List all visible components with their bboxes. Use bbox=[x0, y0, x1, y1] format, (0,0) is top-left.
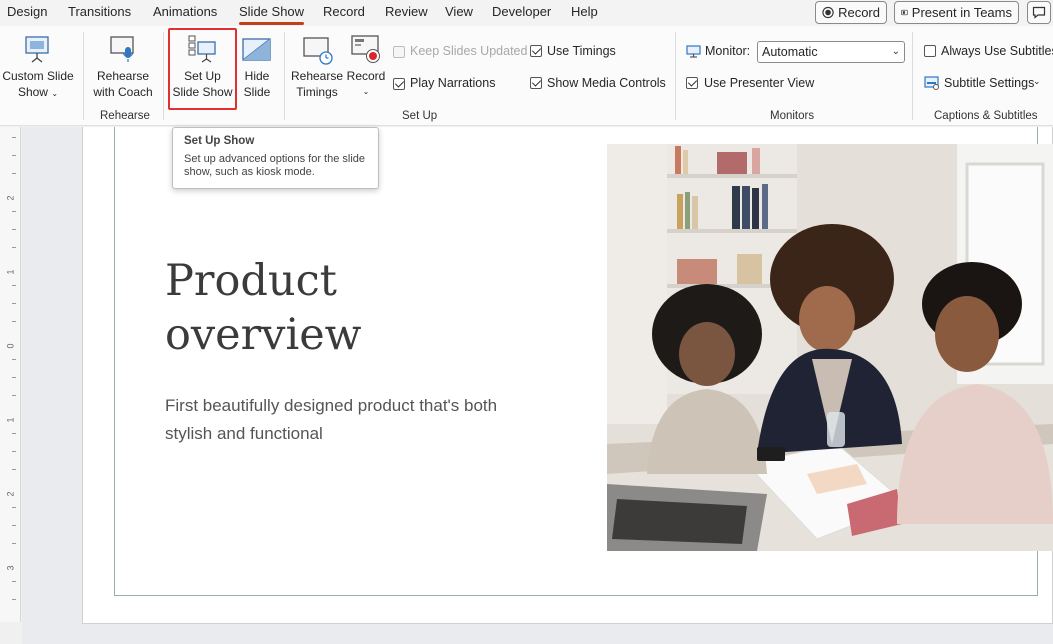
tab-view[interactable]: View bbox=[445, 4, 473, 19]
rehearse-coach-line2: with Coach bbox=[93, 85, 153, 99]
set-up-show-tooltip: Set Up Show Set up advanced options for … bbox=[172, 127, 379, 189]
group-label-monitors: Monitors bbox=[770, 110, 815, 122]
show-media-controls-checkbox[interactable] bbox=[530, 77, 542, 89]
show-media-controls-label: Show Media Controls bbox=[547, 76, 666, 90]
group-separator bbox=[675, 32, 676, 120]
record-button[interactable]: Record bbox=[815, 1, 887, 24]
tab-review[interactable]: Review bbox=[385, 4, 428, 19]
chevron-down-icon: ⌄ bbox=[891, 46, 900, 57]
record-line1: Record bbox=[346, 69, 386, 83]
hide-slide-line1: Hide bbox=[244, 69, 270, 83]
vertical-ruler: 2 1 0 1 2 3 bbox=[0, 127, 21, 622]
ruler-number: 3 bbox=[5, 565, 16, 571]
slide-title-line1: Product bbox=[165, 256, 337, 306]
subtitle-settings-label: Subtitle Settings bbox=[944, 76, 1035, 90]
tab-slide-show[interactable]: Slide Show bbox=[239, 4, 304, 19]
slide-subtitle[interactable]: First beautifully designed product that'… bbox=[165, 392, 525, 448]
record-slide-show-button[interactable]: Record ⌄ bbox=[346, 28, 386, 106]
subtitle-settings-icon bbox=[924, 76, 939, 90]
custom-slide-show-line2: Show bbox=[17, 85, 48, 99]
ruler-number: 2 bbox=[5, 195, 16, 201]
group-label-rehearse: Rehearse bbox=[100, 110, 150, 122]
monitor-select-value: Automatic bbox=[762, 45, 818, 59]
slide-title-line2: overview bbox=[165, 310, 362, 360]
always-use-subtitles-label: Always Use Subtitles bbox=[941, 44, 1053, 58]
rehearse-coach-line1: Rehearse bbox=[96, 69, 150, 83]
set-up-slide-show-button[interactable]: Set Up Slide Show bbox=[170, 30, 235, 108]
keep-slides-updated-checkbox[interactable] bbox=[393, 46, 405, 58]
slide-photo[interactable] bbox=[607, 144, 1053, 551]
rehearse-with-coach-button[interactable]: Rehearse with Coach bbox=[88, 28, 158, 106]
teams-icon bbox=[901, 9, 908, 16]
use-presenter-view-label: Use Presenter View bbox=[704, 76, 815, 90]
keep-slides-updated-label: Keep Slides Updated bbox=[410, 44, 528, 58]
rehearse-timings-line1: Rehearse bbox=[290, 69, 344, 83]
set-up-show-line2: Slide Show bbox=[172, 85, 233, 99]
subtitle-settings-button[interactable]: Subtitle Settings ⌄ bbox=[923, 74, 1048, 94]
ruler-number: 2 bbox=[5, 491, 16, 497]
set-up-show-line1: Set Up bbox=[184, 69, 221, 83]
ruler-number: 0 bbox=[5, 343, 16, 349]
record-icon bbox=[822, 6, 834, 19]
tab-help[interactable]: Help bbox=[571, 4, 598, 19]
use-timings-checkbox[interactable] bbox=[530, 45, 542, 57]
tab-developer[interactable]: Developer bbox=[492, 4, 551, 19]
ruler-number: 1 bbox=[5, 269, 16, 275]
play-narrations-label: Play Narrations bbox=[410, 76, 496, 90]
monitor-select[interactable]: Automatic ⌄ bbox=[757, 41, 905, 63]
monitor-label: Monitor: bbox=[705, 44, 751, 58]
set-up-show-icon bbox=[188, 35, 216, 63]
hide-slide-line2: Slide bbox=[243, 85, 271, 99]
tab-design[interactable]: Design bbox=[7, 4, 47, 19]
hide-slide-button[interactable]: Hide Slide bbox=[238, 28, 276, 106]
tab-transitions[interactable]: Transitions bbox=[68, 4, 131, 19]
ribbon-tab-bar: Design Transitions Animations Slide Show… bbox=[0, 0, 1053, 26]
tooltip-title: Set Up Show bbox=[184, 135, 255, 147]
record-slide-icon bbox=[351, 35, 380, 63]
rehearse-timings-button[interactable]: Rehearse Timings bbox=[288, 28, 346, 106]
ribbon-slide-show: Custom Slide Show ⌄ Rehearse with Coach … bbox=[0, 26, 1053, 126]
use-timings-label: Use Timings bbox=[547, 44, 616, 58]
slide-title[interactable]: Product overview bbox=[165, 254, 361, 362]
team-meeting-photo bbox=[607, 144, 1053, 551]
monitor-icon bbox=[686, 45, 701, 58]
custom-slide-show-line1: Custom Slide bbox=[2, 69, 74, 83]
custom-slide-show-button[interactable]: Custom Slide Show ⌄ bbox=[0, 28, 76, 106]
group-separator bbox=[83, 32, 84, 120]
rehearse-coach-icon bbox=[110, 36, 134, 62]
chevron-down-icon: ⌄ bbox=[51, 89, 59, 98]
present-in-teams-label: Present in Teams bbox=[911, 5, 1012, 20]
play-narrations-checkbox[interactable] bbox=[393, 78, 405, 90]
ruler-number: 1 bbox=[5, 417, 16, 423]
group-label-set-up: Set Up bbox=[402, 110, 438, 122]
record-button-label: Record bbox=[838, 5, 880, 20]
rehearse-timings-icon bbox=[303, 37, 333, 65]
tab-record[interactable]: Record bbox=[323, 4, 365, 19]
hide-slide-icon bbox=[242, 38, 271, 61]
group-separator bbox=[163, 32, 164, 120]
comment-icon bbox=[1032, 6, 1046, 19]
group-label-captions: Captions & Subtitles bbox=[934, 110, 1038, 122]
always-use-subtitles-checkbox[interactable] bbox=[924, 45, 936, 57]
group-separator bbox=[284, 32, 285, 120]
custom-slide-show-icon bbox=[25, 36, 49, 63]
tab-animations[interactable]: Animations bbox=[153, 4, 217, 19]
present-in-teams-button[interactable]: Present in Teams bbox=[894, 1, 1019, 24]
use-presenter-view-checkbox[interactable] bbox=[686, 77, 698, 89]
tooltip-body: Set up advanced options for the slide sh… bbox=[184, 153, 366, 178]
chevron-down-icon: ⌄ bbox=[362, 87, 370, 96]
rehearse-timings-line2: Timings bbox=[296, 85, 338, 99]
active-tab-underline bbox=[239, 22, 304, 25]
comments-button[interactable] bbox=[1027, 1, 1051, 24]
chevron-down-icon: ⌄ bbox=[1033, 76, 1041, 86]
group-separator bbox=[912, 32, 913, 120]
